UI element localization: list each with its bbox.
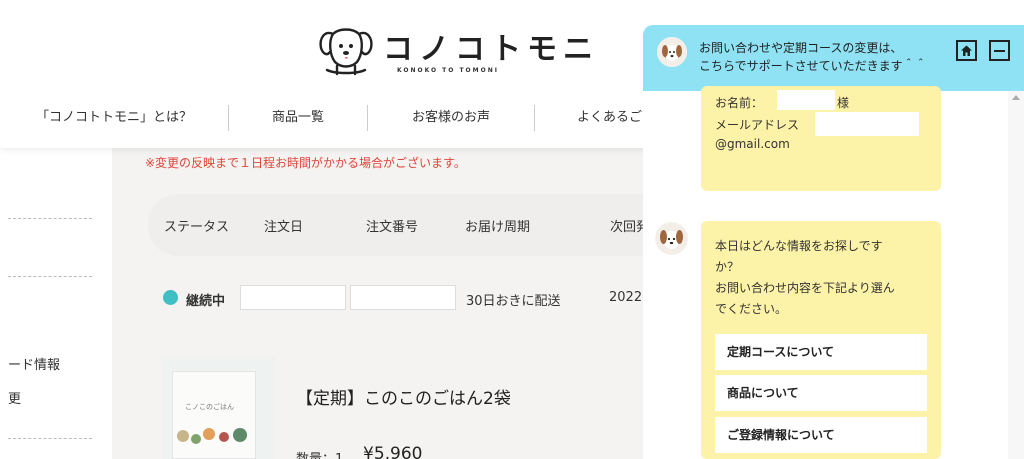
- order-number-cell: [350, 285, 456, 310]
- next-delivery-value: 2022.: [609, 290, 647, 305]
- dog-avatar-icon: [657, 37, 687, 67]
- status-badge: 継続中: [186, 294, 226, 309]
- name-label: お名前：: [715, 96, 764, 110]
- bag-label: こノこのごはん: [185, 403, 234, 411]
- ingredient-icon: [203, 428, 215, 440]
- minimize-button[interactable]: [989, 40, 1010, 61]
- chat-header-line: こちらでサポートさせていただきます＾＾: [699, 59, 927, 73]
- column-order-number: 注文番号: [366, 220, 419, 235]
- chat-header: お問い合わせや定期コースの変更は、 こちらでサポートさせていただきます＾＾: [643, 25, 1024, 91]
- bot-message-line: でください。: [715, 302, 788, 316]
- account-sidebar: ード情報 更: [0, 148, 112, 459]
- email-label: メールアドレス: [715, 118, 800, 132]
- chat-scrollbar[interactable]: [1008, 91, 1024, 459]
- product-image[interactable]: こノこのごはん: [162, 357, 275, 459]
- column-delivery-cycle: お届け周期: [465, 220, 531, 235]
- ingredient-icon: [177, 430, 189, 442]
- bot-avatar-icon: [655, 222, 688, 255]
- product-name[interactable]: 【定期】このこのごはん2袋: [296, 384, 511, 409]
- logo-text-block: コノコトモニ KONOKO TO TOMONI: [383, 31, 599, 74]
- sidebar-divider: [8, 276, 92, 277]
- sidebar-divider: [8, 438, 92, 439]
- chat-header-line: お問い合わせや定期コースの変更は、: [699, 41, 903, 55]
- bot-message-line: 本日はどんな情報をお探しです: [715, 239, 883, 253]
- nav-item-about[interactable]: 「コノコトトモニ」とは？: [0, 105, 228, 131]
- chat-header-text: お問い合わせや定期コースの変更は、 こちらでサポートさせていただきます＾＾: [699, 39, 927, 75]
- email-value-field: [815, 112, 919, 136]
- user-info-bubble: お名前： 様 メールアドレス @gmail.com: [701, 86, 941, 191]
- bot-message-line: お問い合わせ内容を下記より選ん: [715, 281, 895, 295]
- scroll-up-arrow-icon[interactable]: [1012, 95, 1020, 100]
- column-order-date: 注文日: [264, 220, 304, 235]
- logo-subtitle: KONOKO TO TOMONI: [397, 66, 499, 74]
- home-icon: [961, 45, 972, 56]
- product-price: ¥5,960: [363, 444, 423, 459]
- product-bag: こノこのごはん: [172, 371, 256, 459]
- status-dot-icon: [163, 290, 178, 305]
- sidebar-divider: [8, 218, 92, 219]
- name-value-field: [777, 90, 835, 110]
- home-button[interactable]: [956, 40, 977, 61]
- bot-message-line: か？: [715, 260, 740, 274]
- change-notice: ※変更の反映まで１日程お時間がかかる場合がございます。: [145, 156, 466, 170]
- ingredient-icon: [191, 434, 201, 444]
- nav-item-products[interactable]: 商品一覧: [229, 105, 367, 131]
- product-quantity: 数量：1: [296, 448, 343, 459]
- dog-logo-icon: [319, 28, 373, 76]
- email-domain: @gmail.com: [715, 137, 790, 151]
- ingredient-icon: [233, 428, 247, 442]
- delivery-cycle-value: 30日おきに配送: [466, 294, 561, 309]
- column-status: ステータス: [164, 220, 230, 235]
- site-logo[interactable]: コノコトモニ KONOKO TO TOMONI: [315, 24, 599, 82]
- logo-wordmark: コノコトモニ: [383, 31, 599, 67]
- sidebar-item-change[interactable]: 更: [8, 388, 21, 407]
- ingredient-icon: [219, 432, 229, 442]
- main-nav: 「コノコトトモニ」とは？ 商品一覧 お客様のお声 よくあるご: [0, 100, 675, 136]
- order-table-header: ステータス 注文日 注文番号 お届け周期 次回発: [148, 194, 668, 256]
- option-registration[interactable]: ご登録情報について: [715, 417, 927, 453]
- sidebar-item-card-info[interactable]: ード情報: [8, 354, 60, 373]
- option-subscription[interactable]: 定期コースについて: [715, 334, 927, 370]
- name-suffix: 様: [837, 96, 850, 110]
- minimize-icon: [994, 49, 1005, 52]
- option-products[interactable]: 商品について: [715, 375, 927, 411]
- order-date-cell: [240, 285, 346, 310]
- nav-item-reviews[interactable]: お客様のお声: [368, 105, 534, 131]
